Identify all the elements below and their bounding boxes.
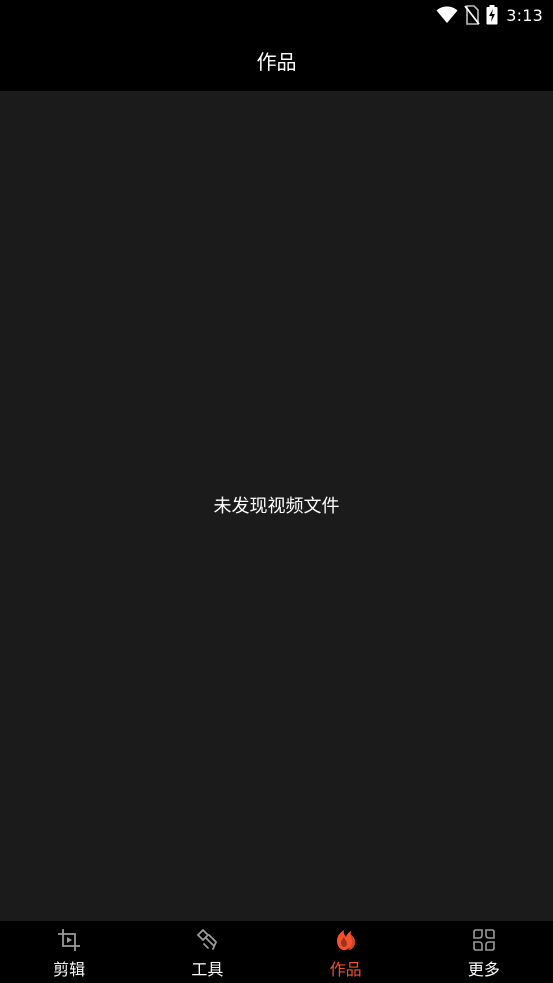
tools-icon <box>197 928 218 950</box>
bottom-nav: 剪辑 工具 作品 更多 <box>0 921 553 983</box>
crop-play-icon <box>58 929 81 951</box>
nav-label-more: 更多 <box>467 960 500 979</box>
no-sim-icon <box>464 5 480 25</box>
status-icons: 3:13 <box>436 4 543 26</box>
nav-item-more[interactable]: 更多 <box>415 921 553 983</box>
content-area: 未发现视频文件 <box>0 91 553 921</box>
nav-label-works: 作品 <box>329 960 362 979</box>
wifi-icon <box>436 6 458 23</box>
nav-item-edit[interactable]: 剪辑 <box>0 921 138 983</box>
battery-charging-icon <box>486 5 498 25</box>
works-flame-icon <box>336 930 355 950</box>
more-grid-icon <box>473 929 495 951</box>
title-bar: 作品 <box>0 30 553 91</box>
status-bar: 3:13 <box>0 0 553 30</box>
nav-label-tools: 工具 <box>191 960 224 979</box>
nav-item-tools[interactable]: 工具 <box>138 921 276 983</box>
page-title: 作品 <box>256 50 297 74</box>
nav-label-edit: 剪辑 <box>53 960 86 979</box>
clock: 3:13 <box>506 5 543 25</box>
empty-state-message: 未发现视频文件 <box>213 496 340 517</box>
nav-item-works[interactable]: 作品 <box>277 921 415 983</box>
